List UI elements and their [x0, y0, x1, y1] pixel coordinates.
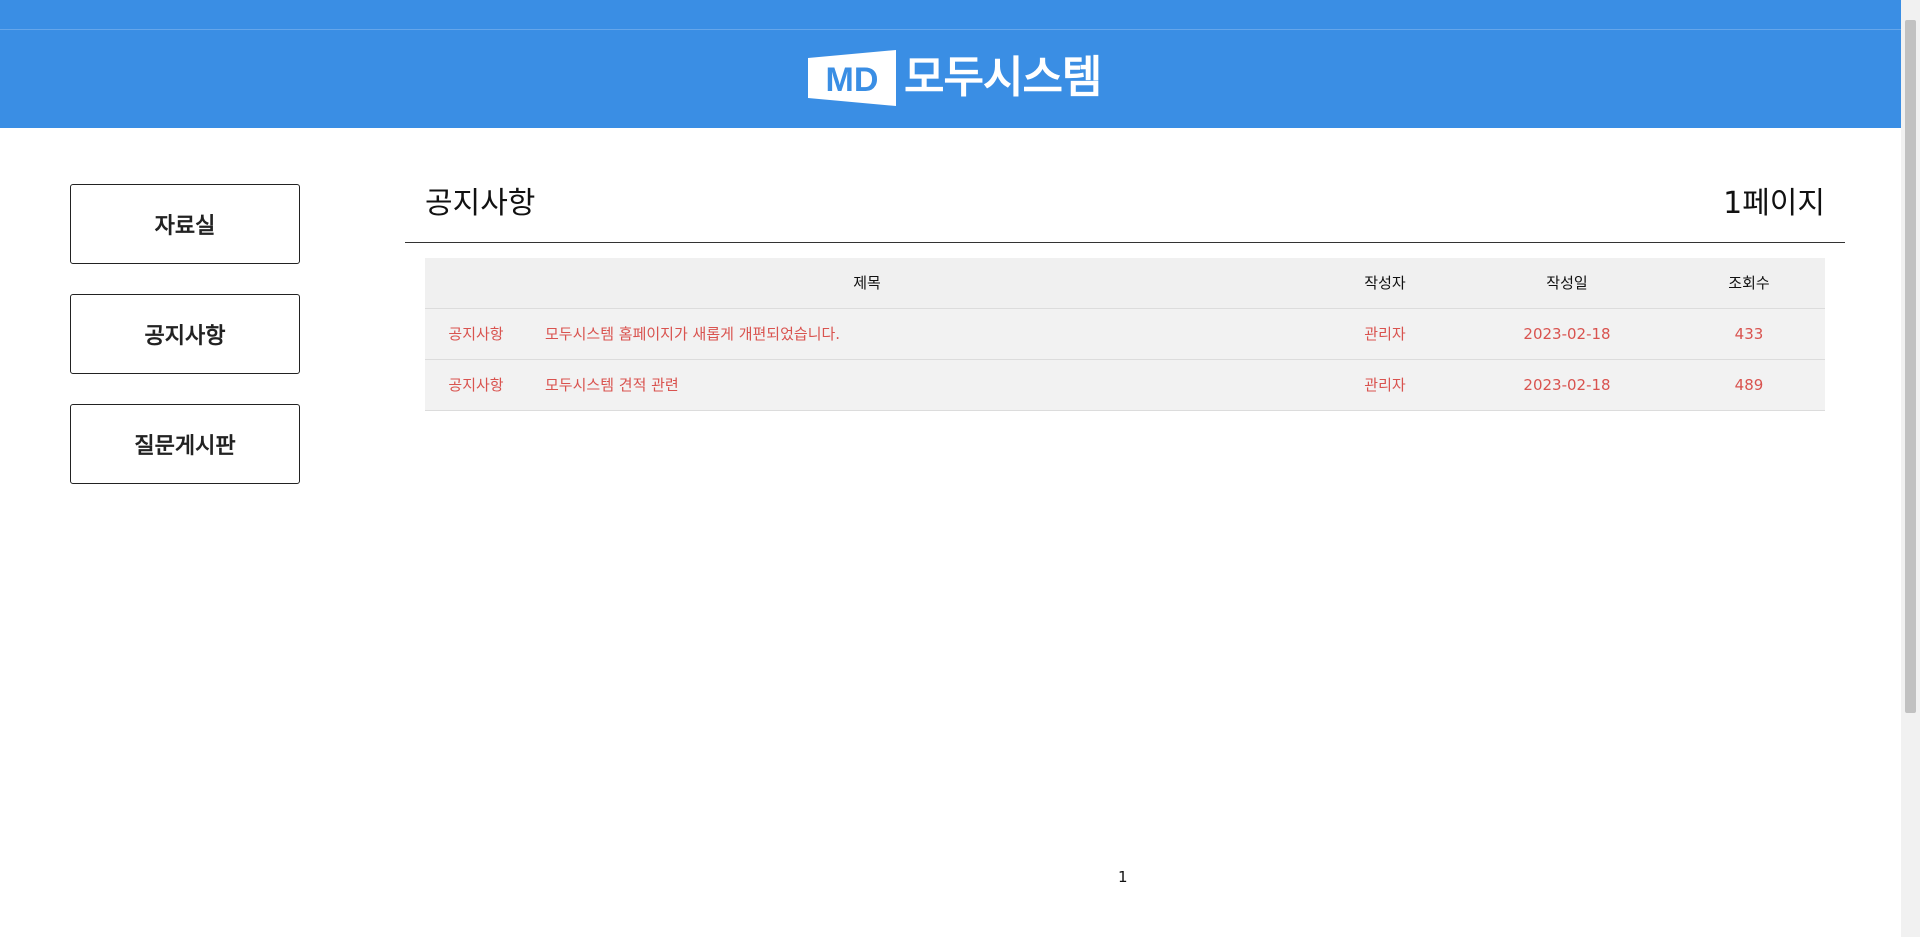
board-header: 공지사항 1페이지: [405, 170, 1845, 243]
page-indicator: 1페이지: [1723, 186, 1825, 221]
table-row[interactable]: 공지사항 모두시스템 견적 관련 관리자 2023-02-18 489: [425, 359, 1825, 410]
sidebar-item-notice[interactable]: 공지사항: [70, 294, 300, 374]
post-views: 433: [1734, 324, 1764, 343]
md-logo-icon: MD: [808, 50, 896, 106]
post-views: 489: [1734, 375, 1764, 394]
column-subject: 제목: [853, 274, 881, 293]
pagination: 1: [1118, 868, 1128, 886]
sidebar-item-archive[interactable]: 자료실: [70, 184, 300, 264]
column-date: 작성일: [1546, 274, 1588, 293]
vertical-scrollbar[interactable]: [1901, 0, 1920, 937]
header-divider: [0, 29, 1901, 30]
sidebar: 자료실 공지사항 질문게시판: [70, 184, 300, 514]
post-date: 2023-02-18: [1523, 375, 1611, 394]
post-author: 관리자: [1364, 376, 1406, 394]
sidebar-item-qna[interactable]: 질문게시판: [70, 404, 300, 484]
post-subject-link[interactable]: 모두시스템 홈페이지가 새롭게 개편되었습니다.: [527, 308, 1309, 359]
page: MD 모두시스템 자료실 공지사항 질문게시판 공지사항 1페이지 제목 작성자…: [0, 0, 1920, 937]
scrollbar-thumb[interactable]: [1905, 20, 1916, 713]
post-category: 공지사항: [448, 376, 504, 394]
post-subject-link[interactable]: 모두시스템 견적 관련: [527, 359, 1309, 410]
table-header-row: 제목 작성자 작성일 조회수: [425, 258, 1825, 308]
page-link-1[interactable]: 1: [1118, 868, 1128, 886]
post-date: 2023-02-18: [1523, 324, 1611, 343]
board-table: 제목 작성자 작성일 조회수 공지사항 모두시스템 홈페이지가 새롭게 개편되었…: [425, 258, 1825, 411]
column-author: 작성자: [1364, 274, 1406, 293]
post-category: 공지사항: [448, 325, 504, 343]
site-header: MD 모두시스템: [0, 0, 1901, 128]
site-logo[interactable]: MD 모두시스템: [808, 50, 1102, 106]
svg-text:MD: MD: [826, 61, 879, 99]
column-views: 조회수: [1728, 274, 1770, 293]
board-table-wrapper: 제목 작성자 작성일 조회수 공지사항 모두시스템 홈페이지가 새롭게 개편되었…: [425, 258, 1825, 411]
post-author: 관리자: [1364, 325, 1406, 343]
table-row[interactable]: 공지사항 모두시스템 홈페이지가 새롭게 개편되었습니다. 관리자 2023-0…: [425, 308, 1825, 359]
notice-board: 공지사항 1페이지 제목 작성자 작성일 조회수 공지사항 모두시스템 홈페이지…: [405, 170, 1845, 410]
page-title: 공지사항: [425, 186, 536, 221]
logo-text: 모두시스템: [904, 52, 1102, 103]
